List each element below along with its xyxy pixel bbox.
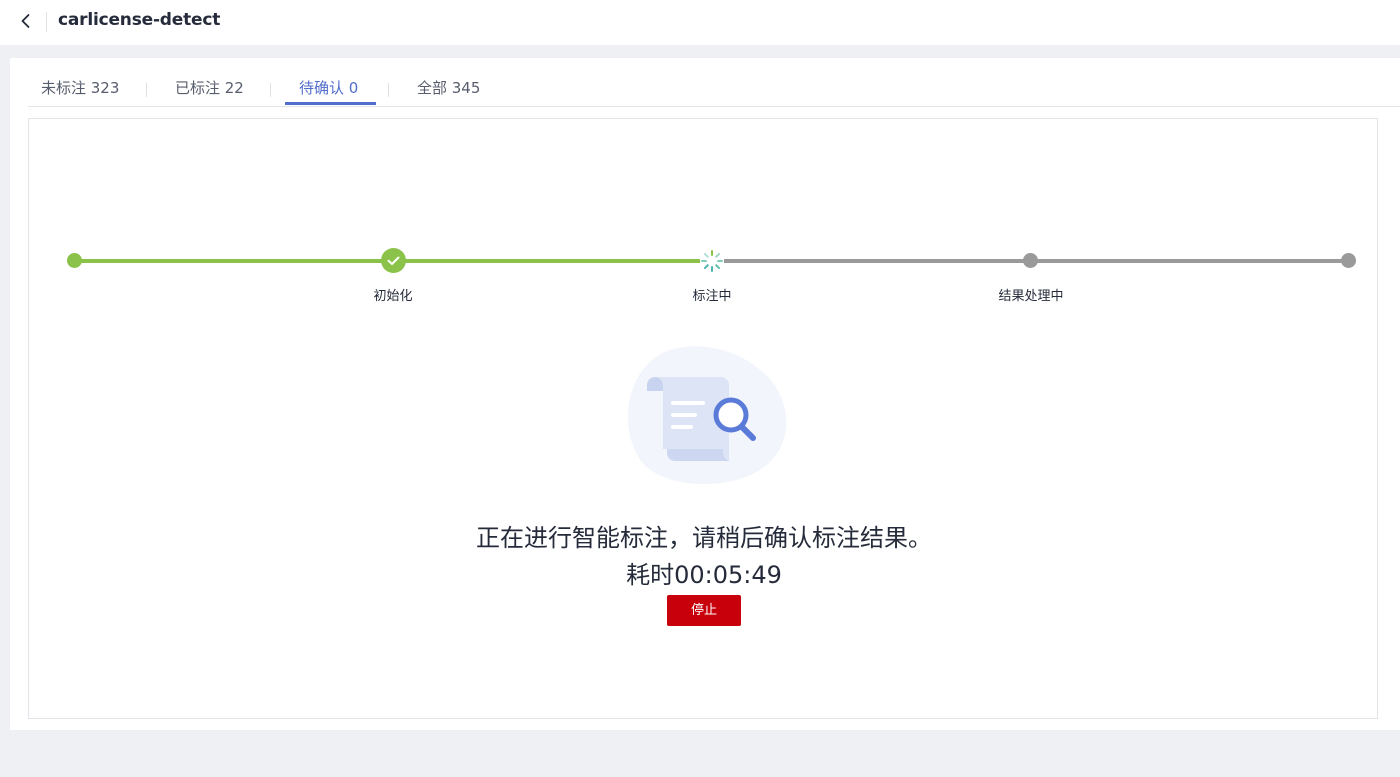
tab-to-confirm[interactable]: 待确认 0 <box>299 78 358 98</box>
step-initialize <box>381 248 406 273</box>
tab-all[interactable]: 全部 345 <box>417 78 480 98</box>
progress-card: 初始化 标注中 结果处理中 正在进行智能标注，请稍后确认标注结果。 耗时00:0… <box>28 118 1378 719</box>
step-label-result-processing: 结果处理中 <box>998 289 1064 304</box>
tab-bar: 未标注 323 已标注 22 待确认 0 全部 345 <box>28 74 1400 107</box>
tab-separator <box>146 83 147 97</box>
chevron-left-icon <box>21 14 30 28</box>
loading-spinner-icon <box>701 250 723 272</box>
back-button[interactable] <box>14 9 38 33</box>
tab-unlabeled[interactable]: 未标注 323 <box>41 78 119 98</box>
step-start-dot <box>67 253 82 268</box>
status-message: 正在进行智能标注，请稍后确认标注结果。 <box>476 524 932 552</box>
top-bar: carlicense-detect <box>0 0 1400 45</box>
step-connector-done <box>394 259 712 263</box>
step-result-processing <box>1023 253 1038 268</box>
step-connector-done <box>74 259 394 263</box>
step-end-dot <box>1341 253 1356 268</box>
page-title: carlicense-detect <box>58 10 221 30</box>
check-icon <box>387 256 400 265</box>
step-label-labeling: 标注中 <box>692 289 732 304</box>
progress-stepper: 初始化 标注中 结果处理中 <box>29 119 1379 319</box>
stop-button[interactable]: 停止 <box>667 595 741 626</box>
step-label-initialize: 初始化 <box>373 289 413 304</box>
document-search-icon <box>619 341 791 489</box>
tab-separator <box>270 83 271 97</box>
main-panel: 未标注 323 已标注 22 待确认 0 全部 345 初始化 标注中 结果处理… <box>10 58 1400 730</box>
step-connector-pending <box>712 259 1031 263</box>
step-connector-pending <box>1031 259 1349 263</box>
header-divider <box>46 12 47 32</box>
tab-labeled[interactable]: 已标注 22 <box>175 78 244 98</box>
active-tab-indicator <box>285 102 376 105</box>
tab-separator <box>388 83 389 97</box>
step-labeling <box>700 249 724 273</box>
elapsed-time: 耗时00:05:49 <box>626 561 782 589</box>
